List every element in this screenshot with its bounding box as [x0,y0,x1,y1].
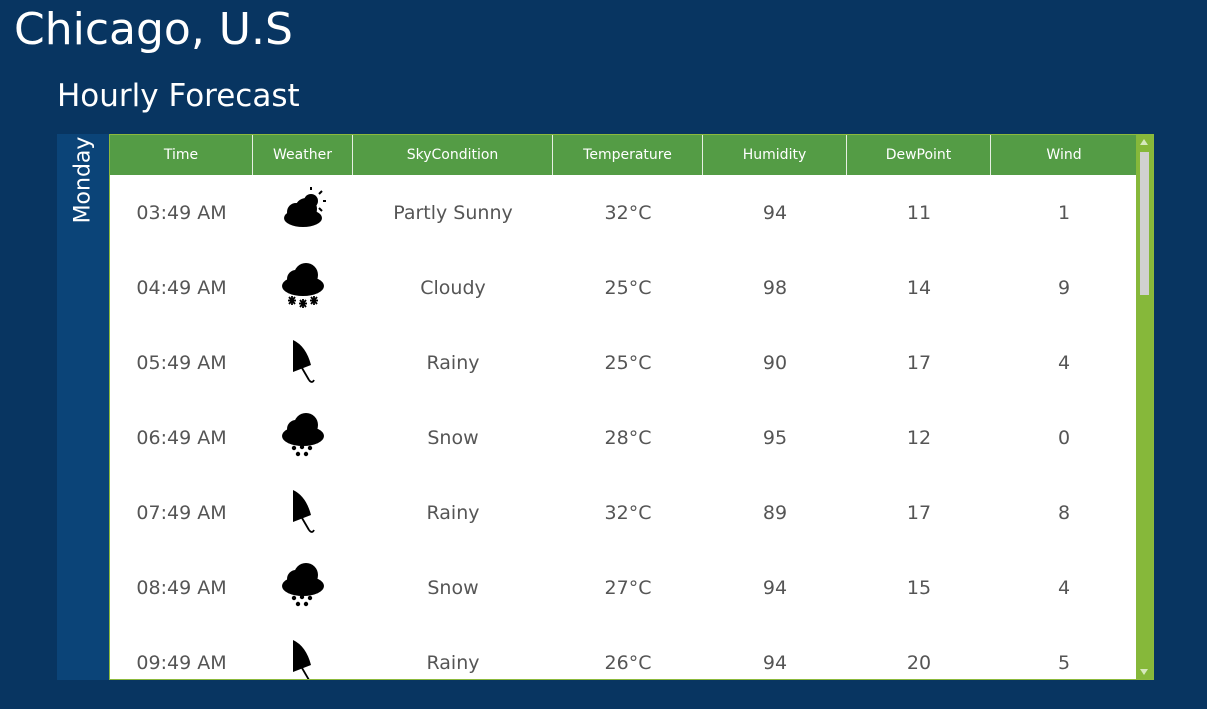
wind-cell: 4 [1057,351,1071,374]
time-cell: 07:49 AM [136,501,227,524]
humidity-cell: 94 [762,576,788,599]
time-cell: 09:49 AM [136,651,227,674]
scroll-thumb[interactable] [1140,152,1149,295]
time-cell: 03:49 AM [136,201,227,224]
humidity-cell: 94 [762,201,788,224]
column-header-humidity[interactable]: Humidity [703,135,847,175]
wind-cell: 0 [1057,426,1071,449]
sky-condition-cell: Rainy [426,501,480,524]
humidity-cell: 98 [762,276,788,299]
umbrella-icon [275,484,331,541]
grid-header: Time Weather SkyCondition Temperature Hu… [110,135,1137,175]
forecast-title: Hourly Forecast [57,78,300,114]
wind-cell: 4 [1057,576,1071,599]
dew-point-cell: 17 [906,501,932,524]
sky-condition-cell: Snow [427,426,479,449]
city-title: Chicago, U.S [14,4,293,55]
dew-point-cell: 11 [906,201,932,224]
temperature-cell: 32°C [604,501,652,524]
dew-point-cell: 20 [906,651,932,674]
cloudy-snowflake-icon [275,259,331,316]
hourly-forecast-grid: Time Weather SkyCondition Temperature Hu… [109,134,1154,680]
humidity-cell: 89 [762,501,788,524]
time-cell: 06:49 AM [136,426,227,449]
time-cell: 04:49 AM [136,276,227,299]
column-header-wind[interactable]: Wind [991,135,1137,175]
table-row[interactable]: 07:49 AM Rainy 32°C 89 17 8 [110,475,1137,550]
temperature-cell: 28°C [604,426,652,449]
grid-body: 03:49 AM Partly Sunny 32°C 94 11 1 04:49… [110,175,1137,679]
umbrella-icon [275,634,331,679]
wind-cell: 9 [1057,276,1071,299]
time-cell: 08:49 AM [136,576,227,599]
sky-condition-cell: Cloudy [420,276,486,299]
sky-condition-cell: Rainy [426,651,480,674]
scroll-down-arrow-icon[interactable] [1140,669,1148,675]
dew-point-cell: 14 [906,276,932,299]
table-row[interactable]: 06:49 AM Snow 28°C 95 12 0 [110,400,1137,475]
partly-sunny-icon [275,184,331,241]
dew-point-cell: 15 [906,576,932,599]
vertical-scrollbar[interactable] [1136,135,1153,679]
scroll-up-arrow-icon[interactable] [1140,139,1148,145]
dew-point-cell: 17 [906,351,932,374]
table-row[interactable]: 08:49 AM Snow 27°C 94 15 4 [110,550,1137,625]
temperature-cell: 26°C [604,651,652,674]
sky-condition-cell: Snow [427,576,479,599]
table-row[interactable]: 09:49 AM Rainy 26°C 94 20 5 [110,625,1137,679]
table-row[interactable]: 03:49 AM Partly Sunny 32°C 94 11 1 [110,175,1137,250]
sky-condition-cell: Partly Sunny [393,201,513,224]
column-header-temperature[interactable]: Temperature [553,135,703,175]
wind-cell: 8 [1057,501,1071,524]
temperature-cell: 25°C [604,351,652,374]
table-row[interactable]: 04:49 AM Cloudy 25°C 98 14 9 [110,250,1137,325]
temperature-cell: 25°C [604,276,652,299]
time-cell: 05:49 AM [136,351,227,374]
humidity-cell: 94 [762,651,788,674]
wind-cell: 1 [1057,201,1071,224]
snow-cloud-icon [275,559,331,616]
day-panel: Monday [57,134,109,680]
table-row[interactable]: 05:49 AM Rainy 25°C 90 17 4 [110,325,1137,400]
temperature-cell: 27°C [604,576,652,599]
column-header-dew-point[interactable]: DewPoint [847,135,991,175]
column-header-time[interactable]: Time [110,135,253,175]
umbrella-icon [275,334,331,391]
temperature-cell: 32°C [604,201,652,224]
humidity-cell: 95 [762,426,788,449]
day-label: Monday [70,136,96,224]
dew-point-cell: 12 [906,426,932,449]
sky-condition-cell: Rainy [426,351,480,374]
column-header-sky-condition[interactable]: SkyCondition [353,135,553,175]
wind-cell: 5 [1057,651,1071,674]
column-header-weather[interactable]: Weather [253,135,353,175]
humidity-cell: 90 [762,351,788,374]
snow-cloud-icon [275,409,331,466]
